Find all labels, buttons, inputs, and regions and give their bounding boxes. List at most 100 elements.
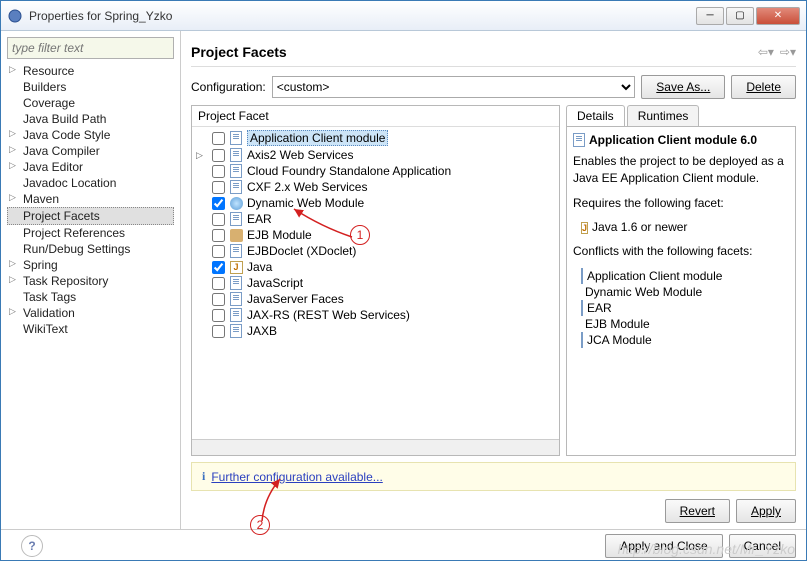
doc-icon	[229, 276, 243, 290]
facet-label: JavaServer Faces	[247, 292, 344, 306]
config-select[interactable]: <custom>	[272, 76, 636, 98]
facet-checkbox[interactable]	[212, 261, 225, 274]
facet-checkbox[interactable]	[212, 213, 225, 226]
delete-button[interactable]: Delete	[731, 75, 796, 99]
facet-checkbox[interactable]	[212, 277, 225, 290]
facet-label: EAR	[247, 212, 272, 226]
sidebar: ResourceBuildersCoverageJava Build PathJ…	[1, 31, 181, 529]
back-icon[interactable]: ⇦▾	[758, 45, 774, 59]
doc-icon	[229, 212, 243, 226]
facet-label: JAX-RS (REST Web Services)	[247, 308, 410, 322]
sidebar-item[interactable]: Task Repository	[7, 273, 174, 289]
facet-checkbox[interactable]	[212, 309, 225, 322]
list-item-label: Application Client module	[587, 269, 722, 283]
requires-list: Java 1.6 or newer	[573, 219, 789, 235]
facet-row[interactable]: JAX-RS (REST Web Services)	[194, 307, 557, 323]
list-item: EAR	[573, 300, 789, 316]
facet-row[interactable]: EJBDoclet (XDoclet)	[194, 243, 557, 259]
further-config-link[interactable]: Further configuration available...	[211, 470, 382, 484]
expand-icon[interactable]: ▷	[196, 150, 203, 161]
j-icon	[229, 260, 243, 274]
facet-label: EJB Module	[247, 228, 312, 242]
facet-list[interactable]: 1 Application Client module▷Axis2 Web Se…	[192, 127, 559, 439]
forward-icon[interactable]: ⇨▾	[780, 45, 796, 59]
facet-row[interactable]: EAR	[194, 211, 557, 227]
sidebar-item[interactable]: Java Build Path	[7, 111, 174, 127]
facet-panel: Project Facet 1 Application Client modul…	[191, 105, 560, 456]
close-button[interactable]: ✕	[756, 7, 800, 25]
doc-icon	[229, 148, 243, 162]
revert-button[interactable]: Revert	[665, 499, 730, 523]
filter-input[interactable]	[7, 37, 174, 59]
facet-label: Dynamic Web Module	[247, 196, 364, 210]
facet-label: JavaScript	[247, 276, 303, 290]
app-icon	[7, 8, 23, 24]
facet-label: Cloud Foundry Standalone Application	[247, 164, 451, 178]
facet-label: Axis2 Web Services	[247, 148, 353, 162]
help-button[interactable]: ?	[21, 535, 43, 557]
facet-checkbox[interactable]	[212, 181, 225, 194]
sidebar-item[interactable]: Task Tags	[7, 289, 174, 305]
h-scrollbar[interactable]	[192, 439, 559, 455]
sidebar-item[interactable]: Spring	[7, 257, 174, 273]
facet-checkbox[interactable]	[212, 245, 225, 258]
facet-row[interactable]: ▷ Axis2 Web Services	[194, 147, 557, 163]
sidebar-item[interactable]: Project References	[7, 225, 174, 241]
minimize-button[interactable]: ─	[696, 7, 724, 25]
sidebar-item[interactable]: Javadoc Location	[7, 175, 174, 191]
facet-checkbox[interactable]	[212, 293, 225, 306]
sidebar-item[interactable]: Resource	[7, 63, 174, 79]
facet-row[interactable]: JavaServer Faces	[194, 291, 557, 307]
maximize-button[interactable]: ▢	[726, 7, 754, 25]
sidebar-item[interactable]: Builders	[7, 79, 174, 95]
apply-button[interactable]: Apply	[736, 499, 796, 523]
facet-row[interactable]: CXF 2.x Web Services	[194, 179, 557, 195]
facet-row[interactable]: EJB Module	[194, 227, 557, 243]
details-desc: Enables the project to be deployed as a …	[573, 153, 789, 187]
facet-row[interactable]: Application Client module	[194, 129, 557, 147]
list-item-label: JCA Module	[587, 333, 652, 347]
facet-row[interactable]: JAXB	[194, 323, 557, 339]
requires-label: Requires the following facet:	[573, 195, 789, 212]
tab-runtimes[interactable]: Runtimes	[627, 105, 700, 126]
save-as-button[interactable]: Save As...	[641, 75, 725, 99]
facet-column-header[interactable]: Project Facet	[192, 106, 559, 127]
doc-icon	[581, 269, 583, 283]
sidebar-item[interactable]: Validation	[7, 305, 174, 321]
sidebar-item[interactable]: WikiText	[7, 321, 174, 337]
tab-details[interactable]: Details	[566, 105, 625, 126]
list-item: Dynamic Web Module	[573, 284, 789, 300]
facet-row[interactable]: Java	[194, 259, 557, 275]
cancel-button[interactable]: Cancel	[729, 534, 796, 558]
facet-checkbox[interactable]	[212, 325, 225, 338]
facet-checkbox[interactable]	[212, 197, 225, 210]
facet-checkbox[interactable]	[212, 149, 225, 162]
facet-label: EJBDoclet (XDoclet)	[247, 244, 356, 258]
header-nav-icons: ⇦▾ ⇨▾	[758, 45, 796, 59]
sidebar-item[interactable]: Project Facets	[7, 207, 174, 225]
doc-icon	[229, 164, 243, 178]
sidebar-item[interactable]: Maven	[7, 191, 174, 207]
facet-row[interactable]: Cloud Foundry Standalone Application	[194, 163, 557, 179]
facet-row[interactable]: Dynamic Web Module	[194, 195, 557, 211]
sidebar-item[interactable]: Java Compiler	[7, 143, 174, 159]
facet-checkbox[interactable]	[212, 229, 225, 242]
sidebar-item[interactable]: Java Code Style	[7, 127, 174, 143]
doc-icon	[229, 324, 243, 338]
details-title: Application Client module 6.0	[573, 133, 789, 147]
facet-row[interactable]: JavaScript	[194, 275, 557, 291]
conflicts-list: Application Client moduleDynamic Web Mod…	[573, 268, 789, 348]
globe-icon	[229, 196, 243, 210]
footer: ? Apply and Close Cancel	[1, 529, 806, 562]
list-item-label: EJB Module	[585, 317, 650, 331]
facet-checkbox[interactable]	[212, 165, 225, 178]
facet-label: Java	[247, 260, 272, 274]
sidebar-item[interactable]: Coverage	[7, 95, 174, 111]
window-title: Properties for Spring_Yzko	[29, 9, 696, 23]
facet-checkbox[interactable]	[212, 132, 225, 145]
config-label: Configuration:	[191, 80, 266, 94]
sidebar-item[interactable]: Java Editor	[7, 159, 174, 175]
doc-icon	[229, 131, 243, 145]
apply-close-button[interactable]: Apply and Close	[605, 534, 722, 558]
sidebar-item[interactable]: Run/Debug Settings	[7, 241, 174, 257]
